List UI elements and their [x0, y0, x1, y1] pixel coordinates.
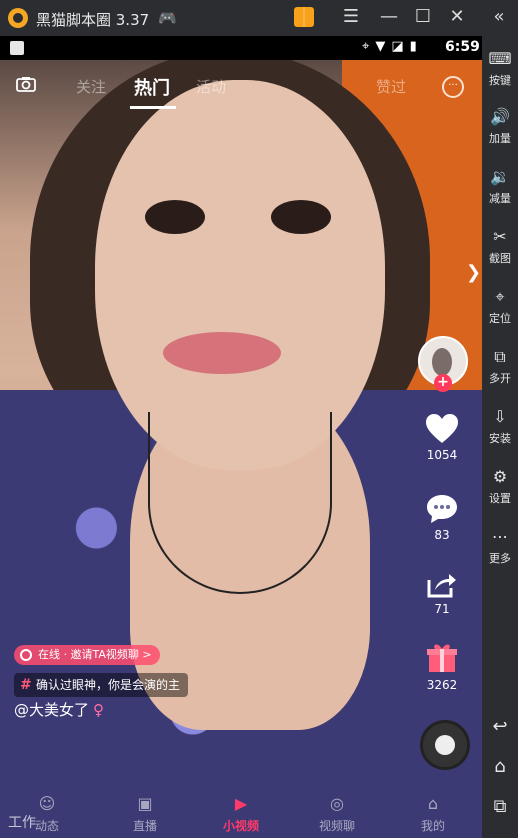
- location-icon: ⌖: [495, 287, 505, 306]
- sidebar-item-label: 加量: [489, 132, 511, 145]
- sidebar-item-label: 安装: [489, 432, 511, 445]
- sidebar-item-label: 设置: [489, 492, 511, 505]
- maximize-icon[interactable]: ☐: [412, 6, 434, 27]
- active-tab-indicator: [130, 106, 176, 109]
- comment-icon: [427, 495, 457, 523]
- online-invite-text: 在线 · 邀请TA视频聊 >: [38, 648, 152, 661]
- recent-apps-icon[interactable]: ⧉: [482, 796, 518, 817]
- gift-count: 3262: [426, 678, 458, 692]
- sidebar-item-label: 多开: [489, 372, 511, 385]
- live-camera-icon: ▣: [137, 794, 153, 813]
- sidebar-item-install[interactable]: ⇩ 安装: [482, 406, 518, 446]
- status-time: 6:59: [445, 39, 480, 55]
- close-icon[interactable]: ✕: [446, 6, 468, 27]
- message-icon[interactable]: ···: [442, 76, 464, 98]
- tab-follow[interactable]: 关注: [76, 76, 106, 97]
- multi-open-icon: ⧉: [494, 347, 506, 366]
- nav-moments[interactable]: ☺ 动态: [12, 794, 82, 834]
- nav-video-chat-label: 视频聊: [318, 819, 355, 833]
- sidebar-item-label: 按键: [489, 74, 511, 87]
- tab-hot[interactable]: 热门: [134, 74, 170, 100]
- like-button[interactable]: 1054: [412, 414, 472, 462]
- female-icon: ♀: [93, 701, 105, 719]
- camera-icon[interactable]: [16, 76, 36, 92]
- share-button[interactable]: 71: [412, 570, 472, 616]
- home-icon: ⌂: [427, 794, 439, 813]
- sidebar-item-label: 更多: [489, 552, 511, 565]
- tab-activity[interactable]: 活动: [196, 76, 226, 97]
- location-pin-icon: [20, 649, 32, 661]
- collapse-sidebar-icon[interactable]: «: [488, 6, 510, 27]
- follow-plus-button[interactable]: +: [434, 374, 452, 392]
- nav-live[interactable]: ▣ 直播: [110, 794, 180, 834]
- topic-tag[interactable]: # 确认过眼神，你是会演的主: [14, 673, 189, 697]
- hashtag-icon: #: [20, 677, 32, 693]
- apk-install-icon: ⇩: [493, 407, 507, 426]
- volume-up-icon: 🔊: [490, 107, 510, 126]
- emulator-sidebar: ⌨ 按键 🔊 加量 🔉 减量 ✂ 截图 ⌖ 定位 ⧉ 多开 ⇩ 安装 ⚙ 设置 …: [482, 36, 518, 838]
- emulator-title-bar: 黑猫脚本圈 3.37 🎮 ☰ — ☐ ✕ «: [0, 0, 518, 36]
- sidebar-item-screenshot[interactable]: ✂ 截图: [482, 226, 518, 266]
- side-drawer-chevron-icon[interactable]: ❯: [466, 262, 481, 283]
- moments-icon: ☺: [38, 794, 56, 813]
- share-count: 71: [434, 602, 450, 616]
- status-icons: ⌖▼◪▮: [362, 39, 423, 54]
- bottom-nav: ☺ 动态 ▣ 直播 ▶ 小视频 ◎ 视频聊 ⌂ 我的: [0, 788, 482, 838]
- video-eye-left: [145, 200, 205, 234]
- gift-box-icon[interactable]: [294, 7, 314, 27]
- topic-text: 确认过眼神，你是会演的主: [36, 678, 181, 692]
- sidebar-item-volume-up[interactable]: 🔊 加量: [482, 106, 518, 146]
- volume-down-icon: 🔉: [490, 167, 510, 186]
- gift-icon: [427, 644, 457, 672]
- nav-me[interactable]: ⌂ 我的: [398, 794, 468, 834]
- back-icon[interactable]: ↩: [482, 716, 518, 737]
- menu-icon[interactable]: ☰: [340, 6, 362, 27]
- minimize-icon[interactable]: —: [378, 6, 400, 27]
- share-icon: [427, 574, 456, 598]
- sidebar-item-settings[interactable]: ⚙ 设置: [482, 466, 518, 506]
- online-invite-badge[interactable]: 在线 · 邀请TA视频聊 >: [14, 645, 160, 665]
- sidebar-item-more[interactable]: ⋯ 更多: [482, 526, 518, 566]
- nav-short-video[interactable]: ▶ 小视频: [206, 794, 276, 834]
- nav-live-label: 直播: [132, 819, 157, 833]
- sidebar-item-multi-open[interactable]: ⧉ 多开: [482, 346, 518, 386]
- video-chat-icon: ◎: [330, 794, 344, 813]
- nav-moments-label: 动态: [34, 819, 59, 833]
- gift-button[interactable]: 3262: [412, 642, 472, 692]
- comment-count: 83: [434, 528, 450, 542]
- nav-short-video-label: 小视频: [222, 819, 259, 833]
- sidebar-item-label: 定位: [489, 312, 511, 325]
- keyboard-icon: ⌨: [488, 49, 512, 68]
- status-bar: ⌖▼◪▮ 6:59: [0, 36, 482, 60]
- gamepad-icon[interactable]: 🎮: [158, 9, 177, 27]
- video-eye-right: [271, 200, 331, 234]
- play-icon: ▶: [234, 794, 248, 813]
- username-link[interactable]: @大美女了 ♀: [14, 699, 104, 720]
- heart-icon: [426, 414, 458, 443]
- top-tab-bar: 关注 热门 活动 赞过 ···: [0, 72, 482, 109]
- app-logo-icon: [8, 8, 28, 28]
- sidebar-item-label: 减量: [489, 192, 511, 205]
- like-count: 1054: [426, 448, 458, 462]
- nav-me-label: 我的: [420, 819, 445, 833]
- music-disc-icon[interactable]: [420, 720, 470, 770]
- emulator-title: 黑猫脚本圈 3.37: [36, 11, 150, 29]
- sidebar-item-label: 截图: [489, 252, 511, 265]
- sidebar-item-volume-down[interactable]: 🔉 减量: [482, 166, 518, 206]
- video-necklace: [148, 412, 332, 594]
- video-player[interactable]: [0, 60, 482, 838]
- nav-video-chat[interactable]: ◎ 视频聊: [302, 794, 372, 834]
- more-dots-icon: ⋯: [492, 527, 508, 546]
- sidebar-item-location[interactable]: ⌖ 定位: [482, 286, 518, 326]
- android-home-icon[interactable]: ⌂: [482, 756, 518, 777]
- notification-icon: [10, 41, 24, 55]
- sidebar-item-keys[interactable]: ⌨ 按键: [482, 48, 518, 88]
- gear-icon: ⚙: [492, 467, 508, 486]
- video-mouth: [163, 332, 281, 374]
- scissors-icon: ✂: [493, 227, 507, 246]
- tab-liked[interactable]: 赞过: [376, 76, 406, 97]
- username-text: @大美女了: [14, 701, 90, 719]
- comment-button[interactable]: 83: [412, 494, 472, 542]
